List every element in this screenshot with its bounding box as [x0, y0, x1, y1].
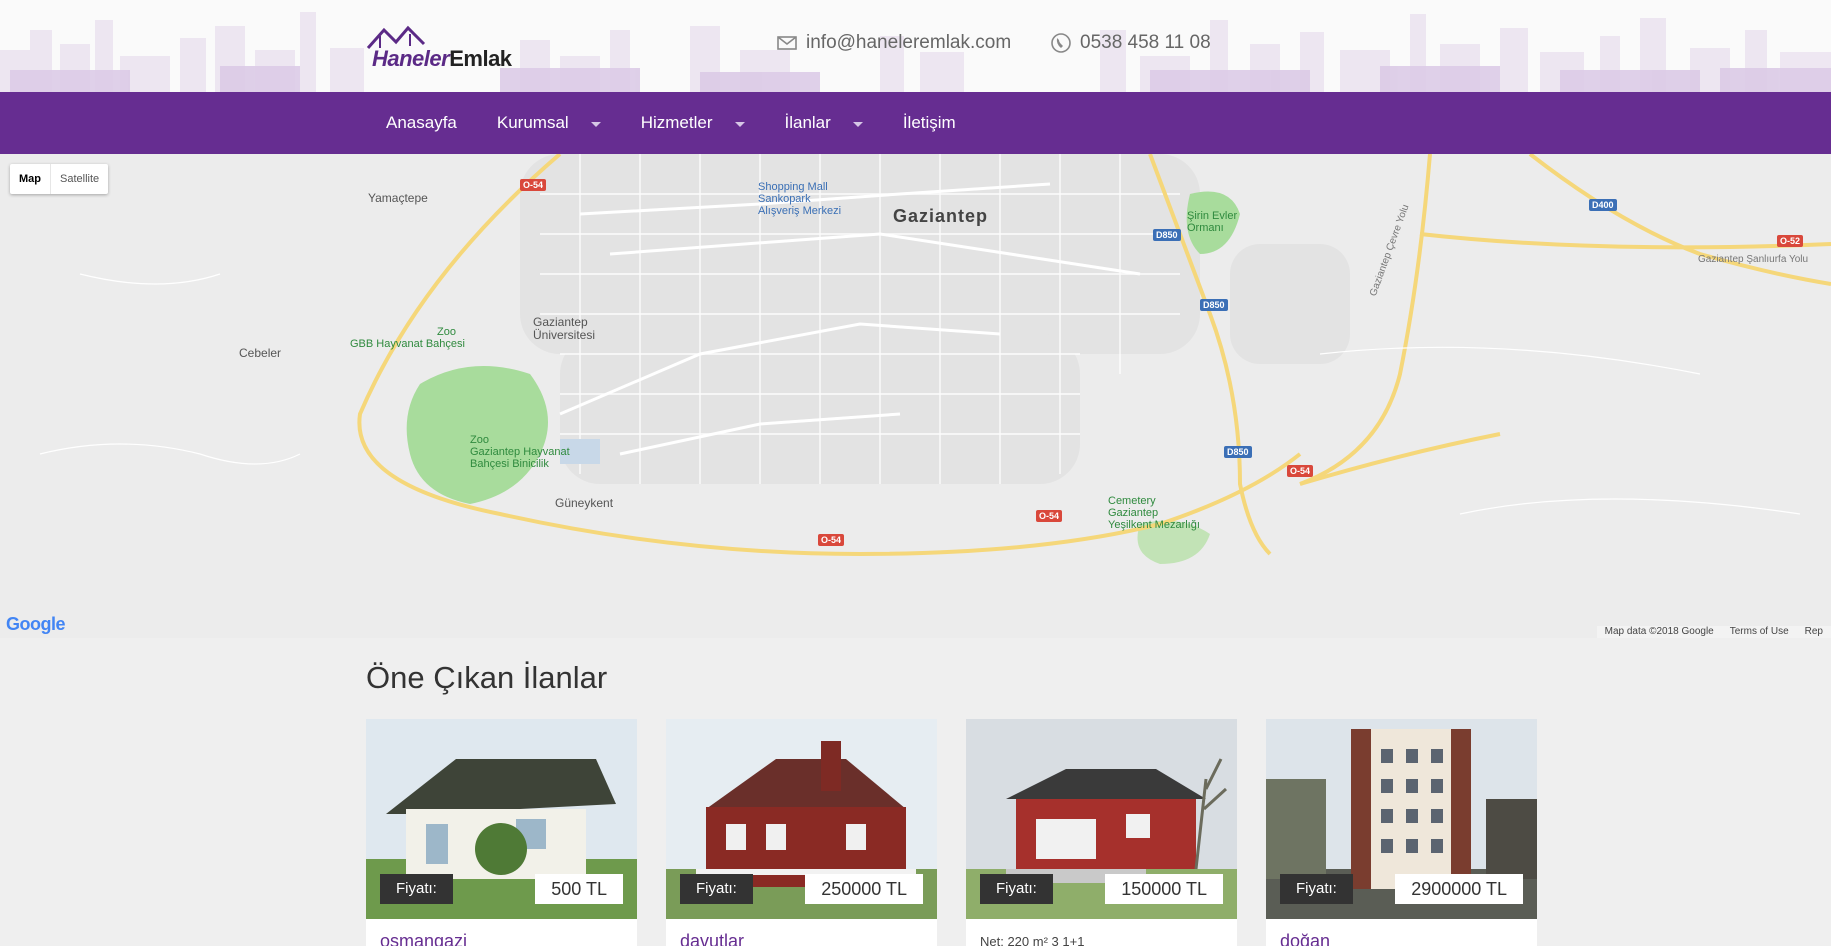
map-poi-line: Gaziantep Hayvanat — [470, 446, 570, 458]
listing-card[interactable]: Fiyatı: 250000 TL davutlar — [666, 719, 937, 946]
contact-phone[interactable]: 0538 458 11 08 — [1050, 32, 1211, 54]
listing-card[interactable]: Fiyatı: 2900000 TL doğan — [1266, 719, 1537, 946]
road-shield: O-54 — [1287, 465, 1314, 477]
map-poi-line: Alışveriş Merkezi — [758, 205, 842, 217]
nav-item-label[interactable]: İletişim — [903, 113, 956, 133]
map-city-label: Gaziantep — [893, 206, 989, 226]
road-shield: D850 — [1153, 229, 1181, 241]
map-type-control: Map Satellite — [10, 164, 109, 194]
nav-item-kurumsal[interactable]: Kurumsal — [497, 92, 601, 154]
featured-section-title: Öne Çıkan İlanlar — [366, 660, 608, 695]
map-poi-line: Gaziantep — [1108, 507, 1159, 519]
logo-text: HanelerEmlak — [372, 46, 512, 72]
price-label: Fiyatı: — [680, 874, 753, 904]
contact-phone-text[interactable]: 0538 458 11 08 — [1080, 32, 1211, 54]
phone-icon — [1051, 33, 1071, 53]
price-value: 250000 TL — [805, 874, 923, 904]
road-shield: O-54 — [818, 534, 845, 546]
price-value: 500 TL — [535, 874, 623, 904]
road-shield: D850 — [1200, 299, 1228, 311]
road-shield: O-52 — [1777, 235, 1804, 247]
contact-email-text[interactable]: info@haneleremlak.com — [806, 32, 1011, 54]
map-road-label: Gaziantep Şanlıurfa Yolu — [1698, 254, 1809, 265]
map-poi-cemetery[interactable]: Cemetery Gaziantep Yeşilkent Mezarlığı — [1108, 495, 1200, 531]
map-place-label: Güneykent — [555, 496, 614, 510]
nav-item-ilanlar[interactable]: İlanlar — [785, 92, 863, 154]
nav-item-label[interactable]: Kurumsal — [497, 113, 569, 133]
contact-email[interactable]: info@haneleremlak.com — [776, 32, 1011, 54]
price-label: Fiyatı: — [1280, 874, 1353, 904]
map-place-label: Yamaçtepe — [368, 191, 428, 205]
price-value: 2900000 TL — [1395, 874, 1523, 904]
nav-item-label[interactable]: İlanlar — [785, 113, 831, 133]
chevron-down-icon[interactable] — [590, 121, 601, 127]
listing-title[interactable]: osmangazi — [380, 931, 467, 946]
road-shield: O-54 — [1036, 510, 1063, 522]
listing-meta: Net: 220 m² 3 1+1 — [980, 934, 1085, 946]
map-poi-shopping[interactable]: Shopping Mall Sankopark Alışveriş Merkez… — [758, 181, 841, 217]
logo-word-emlak: Emlak — [449, 46, 512, 71]
nav-item-anasayfa[interactable]: Anasayfa — [386, 92, 457, 154]
price-label: Fiyatı: — [980, 874, 1053, 904]
nav-item-label[interactable]: Anasayfa — [386, 113, 457, 133]
nav-item-hizmetler[interactable]: Hizmetler — [641, 92, 745, 154]
map-poi-line: Yeşilkent Mezarlığı — [1108, 519, 1200, 531]
map-poi-line: Bahçesi Binicilik — [470, 458, 549, 470]
price-label: Fiyatı: — [380, 874, 453, 904]
nav-menu: Anasayfa Kurumsal Hizmetler İlanlar İlet… — [386, 92, 996, 154]
chevron-down-icon[interactable] — [734, 121, 745, 127]
map-poi-line: Sankopark — [758, 193, 811, 205]
map-terms-link[interactable]: Terms of Use — [1722, 626, 1797, 638]
road-shield: O-54 — [520, 179, 547, 191]
listing-title[interactable]: doğan — [1280, 931, 1330, 946]
map-poi-line: Şirin Evler — [1187, 210, 1238, 222]
map-poi-park[interactable]: Şirin Evler Ormanı — [1187, 210, 1237, 234]
envelope-icon — [777, 36, 797, 50]
map-type-satellite-button[interactable]: Satellite — [50, 164, 108, 194]
map-footer: Map data ©2018 Google Terms of Use Rep — [1596, 626, 1831, 638]
map-place-label: Cebeler — [239, 346, 282, 360]
map-poi-zoo-2[interactable]: Zoo Gaziantep Hayvanat Bahçesi Binicilik — [470, 434, 570, 470]
site-logo[interactable]: HanelerEmlak — [366, 24, 512, 71]
listing-title[interactable]: davutlar — [680, 931, 744, 946]
map-poi-zoo[interactable]: Zoo — [437, 326, 456, 338]
price-value: 150000 TL — [1105, 874, 1223, 904]
google-map[interactable]: Map Satellite Gaziantep Yamaçtepe Cebele… — [0, 154, 1831, 638]
google-logo[interactable]: Google — [6, 614, 66, 635]
map-poi-line: Shopping Mall — [758, 181, 828, 193]
listing-card[interactable]: Fiyatı: 500 TL osmangazi — [366, 719, 637, 946]
map-report-link[interactable]: Rep — [1797, 626, 1831, 638]
nav-item-iletisim[interactable]: İletişim — [903, 92, 956, 154]
logo-word-haneler: Haneler — [372, 46, 450, 71]
map-poi-line: Zoo — [470, 434, 489, 446]
map-poi-line: Üniversitesi — [533, 328, 596, 342]
google-logo-text: Google — [6, 614, 66, 634]
road-shield: D400 — [1589, 199, 1617, 211]
site-header: HanelerEmlak info@haneleremlak.com 0538 … — [0, 0, 1831, 92]
map-data-credit: Map data ©2018 Google — [1604, 626, 1714, 637]
road-shield: D850 — [1224, 446, 1252, 458]
map-poi-zoo-sub: GBB Hayvanat Bahçesi — [350, 338, 465, 350]
main-nav: Anasayfa Kurumsal Hizmetler İlanlar İlet… — [0, 92, 1831, 154]
map-poi-line: Cemetery — [1108, 495, 1156, 507]
nav-item-label[interactable]: Hizmetler — [641, 113, 713, 133]
map-poi-line: Ormanı — [1187, 222, 1224, 234]
map-poi-line: Zoo — [437, 326, 456, 338]
listing-card[interactable]: Fiyatı: 150000 TL Net: 220 m² 3 1+1 — [966, 719, 1237, 946]
map-type-map-button[interactable]: Map — [10, 164, 50, 194]
chevron-down-icon[interactable] — [852, 121, 863, 127]
map-poi-university[interactable]: Gaziantep Üniversitesi — [533, 316, 595, 342]
